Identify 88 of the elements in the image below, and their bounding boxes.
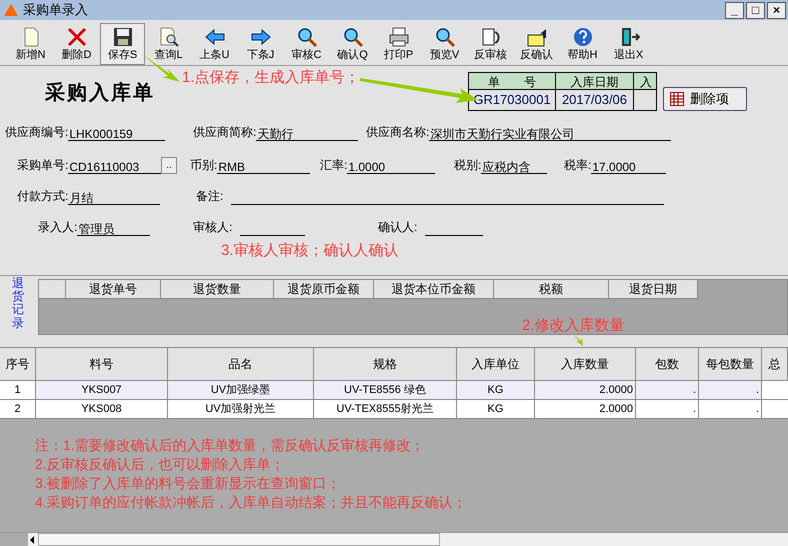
column-header: 入库日期 <box>555 73 633 89</box>
toolbar-button[interactable]: 帮助H <box>560 22 605 64</box>
help-icon <box>572 26 594 48</box>
table-cell: 2 <box>0 400 36 419</box>
field-label: 税别: <box>454 157 482 174</box>
toolbar-button[interactable]: 预览V <box>422 22 467 64</box>
toolbar-button[interactable]: 退出X <box>606 22 651 64</box>
delete-item-button[interactable]: 删除项 <box>663 87 747 111</box>
input-field[interactable]: 应税内含 <box>481 158 547 174</box>
folder-arrow-icon <box>526 26 548 48</box>
column-header: 税额 <box>494 280 609 298</box>
maximize-button[interactable]: □ <box>746 2 765 18</box>
table-icon <box>670 92 684 106</box>
input-field[interactable]: RMB <box>217 158 310 174</box>
table-cell: KG <box>457 400 535 419</box>
field-label: 供应商名称: <box>366 124 430 141</box>
input-field[interactable]: 17.0000 <box>591 158 666 174</box>
close-icon <box>66 26 88 48</box>
field-label: 确认人: <box>378 219 418 236</box>
toolbar-button[interactable]: 反确认 <box>514 22 559 64</box>
column-header: 单 号 <box>487 74 537 89</box>
toolbar-button[interactable]: 上条U <box>192 22 237 64</box>
search-document-icon <box>158 26 180 48</box>
field-label: 录入人: <box>38 219 78 236</box>
search-icon <box>342 26 364 48</box>
right-arrow-icon <box>250 26 272 48</box>
field-label: 采购单号: <box>17 157 68 174</box>
table-cell: . <box>636 400 699 419</box>
arrow-drawing <box>572 333 584 347</box>
note-text: 注：1.需要修改确认后的入库单数量，需反确认反审核再修改； <box>35 436 426 454</box>
annotation-text: 2.修改入库数量 <box>522 316 625 336</box>
column-header: 退货单号 <box>66 280 161 298</box>
column-header: 退货本位币金额 <box>374 280 494 298</box>
input-field[interactable]: 月结 <box>68 189 160 205</box>
search-icon <box>296 26 318 48</box>
app-logo-icon <box>3 3 19 17</box>
note-text: 4.采购订单的应付帐款冲帐后，入库单自动结案；并且不能再反确认； <box>35 493 468 511</box>
toolbar-button[interactable]: 审核C <box>284 22 329 64</box>
scrollbar-thumb[interactable] <box>38 533 440 546</box>
input-field[interactable]: 天勤行 <box>256 125 358 141</box>
toolbar-button[interactable]: 新增N <box>8 22 53 64</box>
toolbar-button[interactable]: 反审核 <box>468 22 513 64</box>
toolbar-button[interactable]: 保存S <box>100 22 145 64</box>
field-label: 审核人: <box>193 219 232 236</box>
form-title: 采购入库单 <box>45 80 155 106</box>
toolbar-button[interactable]: 删除D <box>54 22 99 64</box>
toolbar-button[interactable]: 确认Q <box>330 22 375 64</box>
return-records-label: 退货记录 <box>12 277 24 332</box>
horizontal-scrollbar[interactable] <box>0 532 788 546</box>
table-row[interactable]: 1 YKS007 UV加强绿墨 UV-TE8556 绿色 KG 2.0000 . . <box>0 381 788 400</box>
toolbar-button[interactable]: 下条J <box>238 22 283 64</box>
field-label: 币别: <box>190 157 218 174</box>
note-text: 3.被删除了入库单的料号会重新显示在查询窗口； <box>35 474 342 492</box>
picker-button[interactable]: .. <box>161 157 177 174</box>
column-header: 入 <box>633 73 656 89</box>
toolbar-button[interactable]: 查询L <box>146 22 191 64</box>
column-header: 退货日期 <box>609 280 698 298</box>
input-field[interactable]: 深圳市天勤行实业有限公司 <box>429 125 671 141</box>
input-field[interactable]: 管理员 <box>77 220 150 236</box>
toolbar-button[interactable]: 打印P <box>376 22 421 64</box>
printer-icon <box>388 26 410 48</box>
field-label: 税率: <box>564 157 592 174</box>
table-cell-text: GR17030001 <box>472 91 552 110</box>
table-cell: 2017/03/06 <box>555 90 633 110</box>
field-label: 汇率: <box>320 157 348 174</box>
field-label: 供应商编号: <box>5 124 68 141</box>
minimize-button[interactable]: _ <box>725 2 744 18</box>
field-label: 备注: <box>196 188 224 205</box>
search-icon <box>434 26 456 48</box>
field-label: 供应商简称: <box>193 124 256 141</box>
table-row[interactable]: 2 YKS008 UV加强射光兰 UV-TEX8555射光兰 KG 2.0000 . . <box>0 400 788 419</box>
table-cell: 2.0000 <box>535 400 636 419</box>
note-text: 2.反审核反确认后，也可以删除入库单； <box>35 455 286 473</box>
annotation-text: 1.点保存，生成入库单号； <box>182 68 360 88</box>
left-arrow-icon <box>204 26 226 48</box>
window-title: 采购单录入 <box>23 1 88 20</box>
table-cell: UV加强射光兰 <box>168 400 314 419</box>
input-field[interactable]: LHK000159 <box>68 125 165 141</box>
close-button[interactable]: × <box>767 2 786 18</box>
annotation-text: 3.审核人审核；确认人确认 <box>221 241 399 261</box>
table-cell: 1 <box>0 381 36 400</box>
column-header: 退货数量 <box>161 280 274 298</box>
table-cell: YKS008 <box>36 400 168 419</box>
input-field[interactable]: 1.0000 <box>347 158 435 174</box>
document-undo-icon <box>480 26 502 48</box>
field-label: 付款方式: <box>17 188 68 205</box>
column-header: 退货原币金额 <box>274 280 374 298</box>
table-cell: UV-TEX8555射光兰 <box>314 400 457 419</box>
